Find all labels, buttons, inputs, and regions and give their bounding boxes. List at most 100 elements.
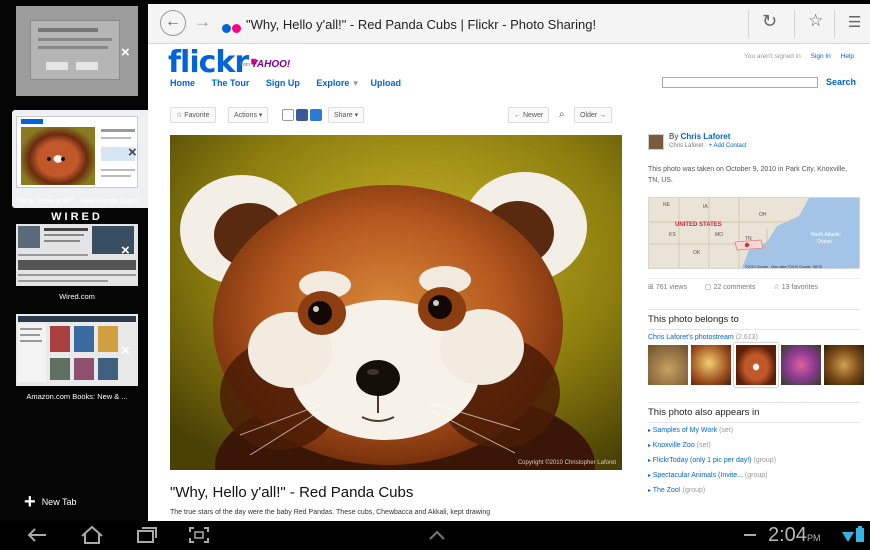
photostream-thumbnails <box>648 343 864 387</box>
photo-stats: ⊞ 761 views ▢ 22 comments ☆ 13 favorites <box>648 278 860 291</box>
email-icon[interactable] <box>282 109 294 121</box>
group-link[interactable]: FlickrToday (only 1 pic per day!) (group… <box>648 457 860 464</box>
owner-byline: By Chris Laforet <box>669 132 731 141</box>
group-link[interactable]: The Zoo! (group) <box>648 487 860 494</box>
owner-avatar[interactable] <box>648 134 664 150</box>
tab-thumbnail-4[interactable] <box>16 314 138 386</box>
tab-3-title: Wired.com <box>59 292 95 301</box>
set-link[interactable]: Samples of My Work (set) <box>648 427 860 434</box>
tab-2-title: "Why, Hello y'all!" - Red Panda Cubs <box>16 196 138 205</box>
svg-text:Ocean: Ocean <box>817 239 832 245</box>
expand-up-icon[interactable] <box>424 524 450 546</box>
twitter-icon[interactable] <box>310 109 322 121</box>
main-nav: Home The Tour Sign Up Explore ▾ Upload <box>170 78 415 89</box>
svg-text:KS: KS <box>669 232 676 238</box>
new-tab-button[interactable]: + New Tab <box>24 491 77 513</box>
set-link[interactable]: Knoxville Zoo (set) <box>648 442 860 449</box>
photo-action-bar: ☆ Favorite Actions ▾ Share ▾ ← Newer ⌕ O… <box>170 107 613 125</box>
appears-in-heading: This photo also appears in <box>648 407 760 418</box>
tab-switcher-panel: × × "Why, Hello y'all!" - Red Panda Cubs… <box>0 0 148 521</box>
recent-apps-icon[interactable] <box>134 524 160 546</box>
url-field[interactable]: "Why, Hello y'all!" - Red Panda Cubs | F… <box>246 17 596 32</box>
star-icon: ☆ <box>176 112 185 119</box>
favorites-count[interactable]: ☆ 13 favorites <box>773 284 825 291</box>
close-tab-4-icon[interactable]: × <box>121 343 130 358</box>
tab-thumbnail-3[interactable] <box>16 224 138 286</box>
newer-button[interactable]: ← Newer <box>508 107 550 123</box>
reload-icon[interactable]: ↻ <box>762 11 777 32</box>
system-navigation-bar: 2:04PM <box>0 521 870 550</box>
photo-copyright: Copyright ©2010 Christopher Laforet <box>517 460 616 466</box>
home-nav-icon[interactable] <box>78 524 106 546</box>
clock[interactable]: 2:04PM <box>768 524 820 547</box>
flickr-page: flickr· from YAHOO! Home The Tour Sign U… <box>148 44 870 521</box>
tab-thumbnail-2[interactable] <box>16 116 138 188</box>
photo-title: "Why, Hello y'all!" - Red Panda Cubs <box>170 484 414 501</box>
stream-thumb-1[interactable] <box>648 345 688 385</box>
stream-thumb-2[interactable] <box>691 345 731 385</box>
add-contact-link[interactable]: + Add Contact <box>709 143 747 149</box>
notification-dash <box>744 534 756 536</box>
nav-sign-up[interactable]: Sign Up <box>266 78 300 88</box>
logo-from-text: from <box>240 62 250 68</box>
screenshot-icon[interactable] <box>186 524 212 546</box>
comments-count[interactable]: ▢ 22 comments <box>705 284 764 291</box>
search-button[interactable]: Search <box>826 77 856 87</box>
flickr-favicon-icon <box>222 20 242 38</box>
tab-4-title: Amazon.com Books: New & ... <box>26 392 128 401</box>
svg-text:TN: TN <box>745 236 752 242</box>
battery-icon <box>856 526 864 542</box>
nav-upload[interactable]: Upload <box>370 78 401 88</box>
help-link[interactable]: Help <box>841 53 854 60</box>
share-dropdown[interactable]: Share ▾ <box>328 107 365 123</box>
belongs-to-heading: This photo belongs to <box>648 314 739 325</box>
menu-icon[interactable]: ☰ <box>848 13 861 31</box>
nav-the-tour[interactable]: The Tour <box>212 78 250 88</box>
address-bar: ← → "Why, Hello y'all!" - Red Panda Cubs… <box>148 4 870 44</box>
svg-text:©2010 Google - Map data ©2010: ©2010 Google - Map data ©2010 Google, IN… <box>745 265 822 269</box>
bookmark-star-icon[interactable]: ☆ <box>808 11 823 31</box>
svg-text:OH: OH <box>759 212 767 218</box>
plus-icon: + <box>24 491 36 513</box>
photostream-link[interactable]: Chris Laforet's photostream (2,613) <box>648 334 758 341</box>
views-count: ⊞ 761 views <box>648 284 687 291</box>
back-nav-icon[interactable] <box>24 524 50 546</box>
svg-text:IA: IA <box>703 204 708 210</box>
svg-text:OK: OK <box>693 250 701 256</box>
stream-thumb-3-current[interactable] <box>734 343 778 387</box>
nav-explore[interactable]: Explore <box>316 78 349 88</box>
actions-dropdown[interactable]: Actions ▾ <box>228 107 269 123</box>
new-tab-label: New Tab <box>41 497 77 507</box>
taken-on-text: This photo was taken on October 9, 2010 … <box>648 166 848 184</box>
facebook-icon[interactable] <box>296 109 308 121</box>
not-signed-in-text: You aren't signed in <box>744 53 801 60</box>
tab-thumbnail-1[interactable] <box>16 6 138 96</box>
close-tab-2-icon[interactable]: × <box>128 145 137 160</box>
location-map[interactable]: NE IA UNITED STATES KS OK MO OH TN North… <box>648 197 860 269</box>
map-image: NE IA UNITED STATES KS OK MO OH TN North… <box>649 198 859 269</box>
svg-text:North Atlantic: North Atlantic <box>811 232 841 238</box>
back-icon[interactable]: ← <box>160 10 186 36</box>
account-links: You aren't signed in Sign In Help <box>744 53 854 60</box>
yahoo-logo: YAHOO! <box>251 59 291 70</box>
older-button[interactable]: Older → <box>574 107 613 123</box>
main-photo[interactable]: Copyright ©2010 Christopher Laforet <box>170 135 622 470</box>
wifi-icon <box>842 532 854 542</box>
zoom-icon[interactable]: ⌕ <box>554 107 570 123</box>
chevron-down-icon: ▾ <box>353 78 358 88</box>
svg-text:NE: NE <box>663 202 671 208</box>
favorite-button[interactable]: ☆ Favorite <box>170 107 216 123</box>
owner-block: By Chris Laforet Chris Laforet · + Add C… <box>648 132 858 154</box>
close-tab-1-icon[interactable]: × <box>121 45 130 60</box>
sign-in-link[interactable]: Sign In <box>811 53 831 60</box>
search-input[interactable] <box>662 77 818 88</box>
owner-name-link[interactable]: Chris Laforet <box>681 132 731 141</box>
stream-thumb-5[interactable] <box>824 345 864 385</box>
forward-icon[interactable]: → <box>194 12 211 32</box>
nav-home[interactable]: Home <box>170 78 195 88</box>
browser-window: ← → "Why, Hello y'all!" - Red Panda Cubs… <box>148 4 870 521</box>
stream-thumb-4[interactable] <box>781 345 821 385</box>
group-link[interactable]: Spectacular Animals (Invite... (group) <box>648 472 860 479</box>
wired-masthead: WIRED <box>51 211 103 223</box>
close-tab-3-icon[interactable]: × <box>121 243 130 258</box>
